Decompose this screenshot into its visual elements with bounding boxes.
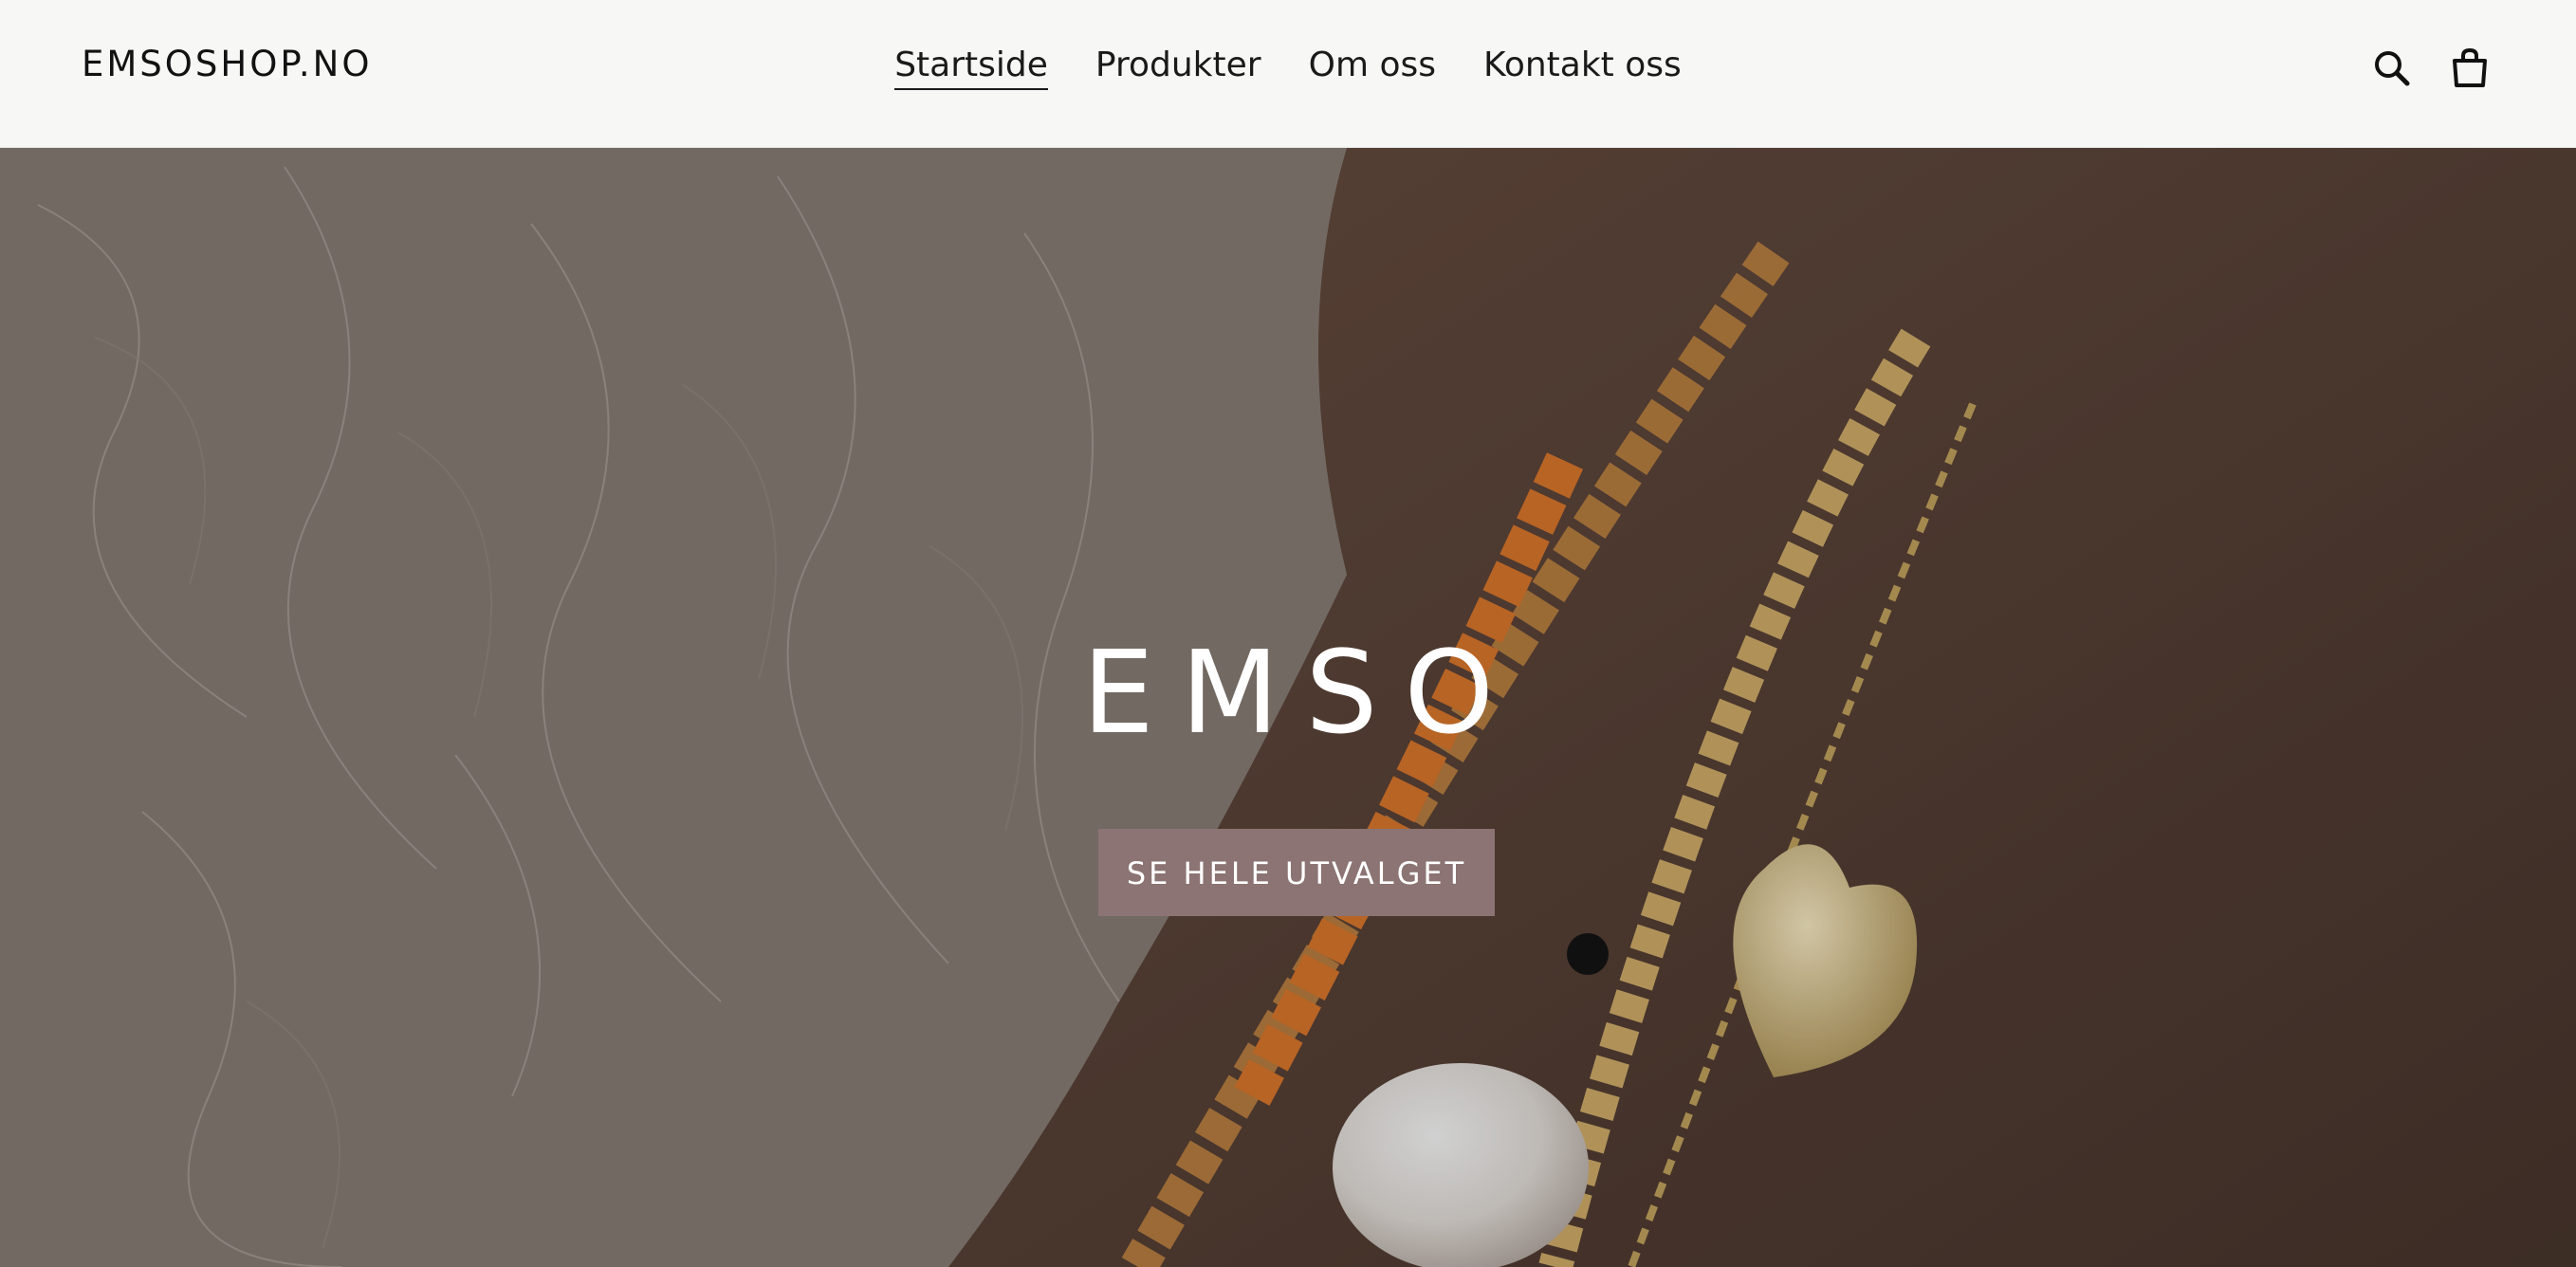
cart-icon[interactable] — [2447, 46, 2493, 91]
main-nav: Startside Produkter Om oss Kontakt oss — [0, 46, 2576, 90]
shop-all-button[interactable]: SE HELE UTVALGET — [1098, 829, 1495, 916]
nav-item-produkter[interactable]: Produkter — [1095, 46, 1261, 88]
site-header: EMSOSHOP.NO Startside Produkter Om oss K… — [0, 0, 2576, 148]
nav-item-kontakt-oss[interactable]: Kontakt oss — [1483, 46, 1682, 88]
hero-title: EMSO — [1082, 628, 1520, 760]
search-icon[interactable] — [2369, 46, 2415, 91]
nav-item-startside[interactable]: Startside — [894, 46, 1048, 90]
hero-banner: EMSO SE HELE UTVALGET — [0, 148, 2576, 1267]
nav-item-om-oss[interactable]: Om oss — [1309, 46, 1436, 88]
